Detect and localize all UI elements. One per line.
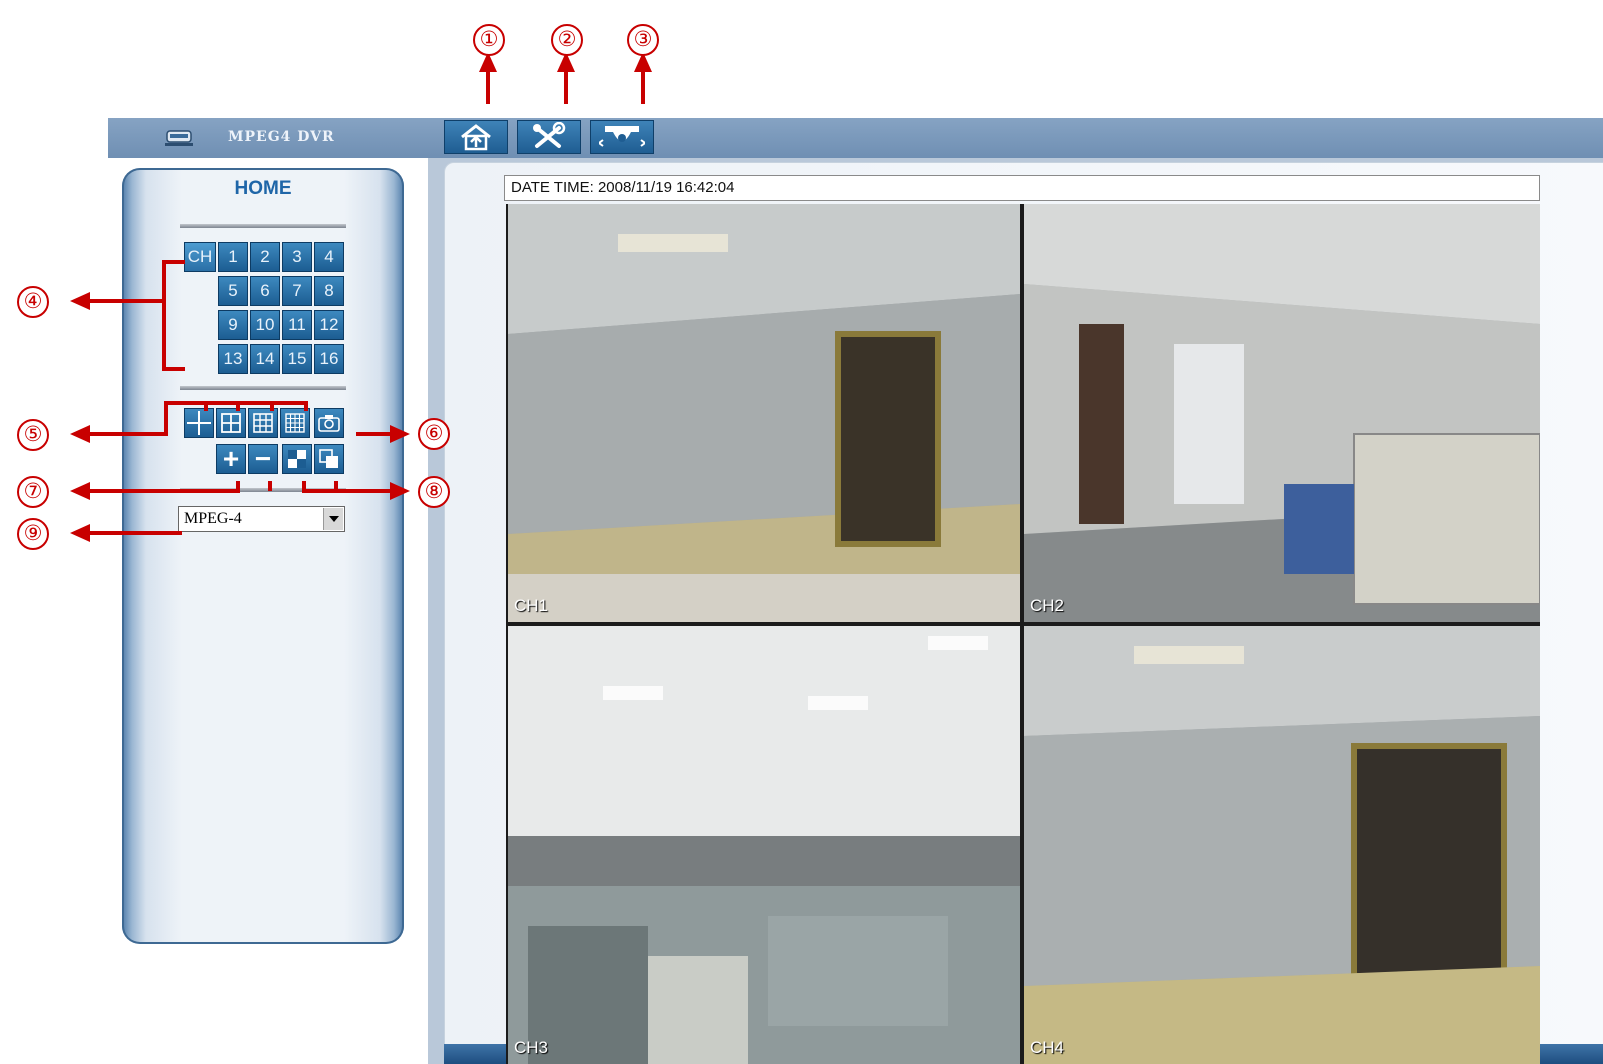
video-tile-ch1[interactable]: CH1 (508, 204, 1020, 622)
callout-1: ① (473, 24, 505, 56)
channel-button-10[interactable]: 10 (250, 310, 280, 340)
dvr-window: MPEG4 DVR HOME CH 1 2 3 4 5 6 7 8 9 10 1… (108, 118, 1603, 1064)
config-button[interactable] (517, 120, 581, 154)
quad-view-icon (221, 413, 241, 433)
home-button[interactable] (444, 120, 508, 154)
camera-feed-image (1024, 204, 1540, 622)
channel-button-5[interactable]: 5 (218, 276, 248, 306)
divider (180, 488, 346, 492)
channel-label: CH (184, 242, 216, 272)
single-view-icon (187, 411, 211, 435)
quality-b-icon (319, 449, 338, 468)
channel-button-11[interactable]: 11 (282, 310, 312, 340)
frame-edge (1540, 1044, 1603, 1064)
video-tile-ch3[interactable]: CH3 (508, 626, 1020, 1064)
video-tile-ch4[interactable]: CH4 (1024, 626, 1540, 1064)
quad-view-button[interactable] (216, 408, 246, 438)
app-title: MPEG4 DVR (228, 129, 335, 145)
callout-6: ⑥ (418, 418, 450, 450)
callout-4: ④ (17, 286, 49, 318)
frame-edge (444, 1044, 506, 1064)
tools-icon (533, 122, 566, 148)
video-tile-ch2[interactable]: CH2 (1024, 204, 1540, 622)
callout-3: ③ (627, 24, 659, 56)
callout-5: ⑤ (17, 419, 49, 451)
channel-button-14[interactable]: 14 (250, 344, 280, 374)
chevron-down-icon[interactable] (323, 508, 343, 530)
single-view-button[interactable] (184, 408, 214, 438)
channel-button-4[interactable]: 4 (314, 242, 344, 272)
datetime-display: DATE TIME: 2008/11/19 16:42:04 (504, 175, 1540, 201)
channel-button-2[interactable]: 2 (250, 242, 280, 272)
snapshot-camera-icon (318, 415, 340, 432)
sidebar-title: HOME (234, 178, 292, 199)
callout-8: ⑧ (418, 476, 450, 508)
snapshot-button[interactable] (314, 408, 344, 438)
camera-feed-image (508, 626, 1020, 1064)
nine-view-button[interactable] (248, 408, 278, 438)
home-icon (461, 124, 491, 151)
channel-overlay-label: CH3 (514, 1038, 549, 1057)
channel-button-3[interactable]: 3 (282, 242, 312, 272)
callout-2: ② (551, 24, 583, 56)
channel-button-8[interactable]: 8 (314, 276, 344, 306)
sixteen-view-icon (285, 413, 305, 433)
camera-feed-image (1024, 626, 1540, 1064)
callout-7: ⑦ (17, 476, 49, 508)
sixteen-view-button[interactable] (280, 408, 310, 438)
video-grid: CH1 CH2 CH3 CH4 (506, 204, 1540, 1064)
channel-button-9[interactable]: 9 (218, 310, 248, 340)
quality-b-button[interactable] (314, 444, 344, 474)
divider (180, 386, 346, 390)
ptz-button[interactable] (590, 120, 654, 154)
zoom-in-button[interactable]: + (216, 444, 246, 474)
dvr-device-icon (165, 130, 193, 146)
quality-a-button[interactable] (282, 444, 312, 474)
channel-button-13[interactable]: 13 (218, 344, 248, 374)
channel-button-7[interactable]: 7 (282, 276, 312, 306)
channel-button-16[interactable]: 16 (314, 344, 344, 374)
channel-button-15[interactable]: 15 (282, 344, 312, 374)
channel-button-12[interactable]: 12 (314, 310, 344, 340)
title-bar: MPEG4 DVR (108, 118, 1603, 158)
channel-button-1[interactable]: 1 (218, 242, 248, 272)
channel-overlay-label: CH4 (1030, 1038, 1065, 1057)
channel-overlay-label: CH1 (514, 596, 549, 615)
stream-format-value: MPEG-4 (184, 510, 242, 527)
zoom-out-button[interactable]: − (248, 444, 278, 474)
camera-feed-image (508, 204, 1020, 622)
channel-overlay-label: CH2 (1030, 596, 1065, 615)
stream-format-select[interactable]: MPEG-4 (178, 506, 345, 532)
callout-9: ⑨ (17, 518, 49, 550)
quality-a-icon (288, 450, 306, 468)
nine-view-icon (253, 413, 273, 433)
ptz-camera-icon (599, 126, 645, 147)
divider (180, 224, 346, 228)
channel-button-6[interactable]: 6 (250, 276, 280, 306)
